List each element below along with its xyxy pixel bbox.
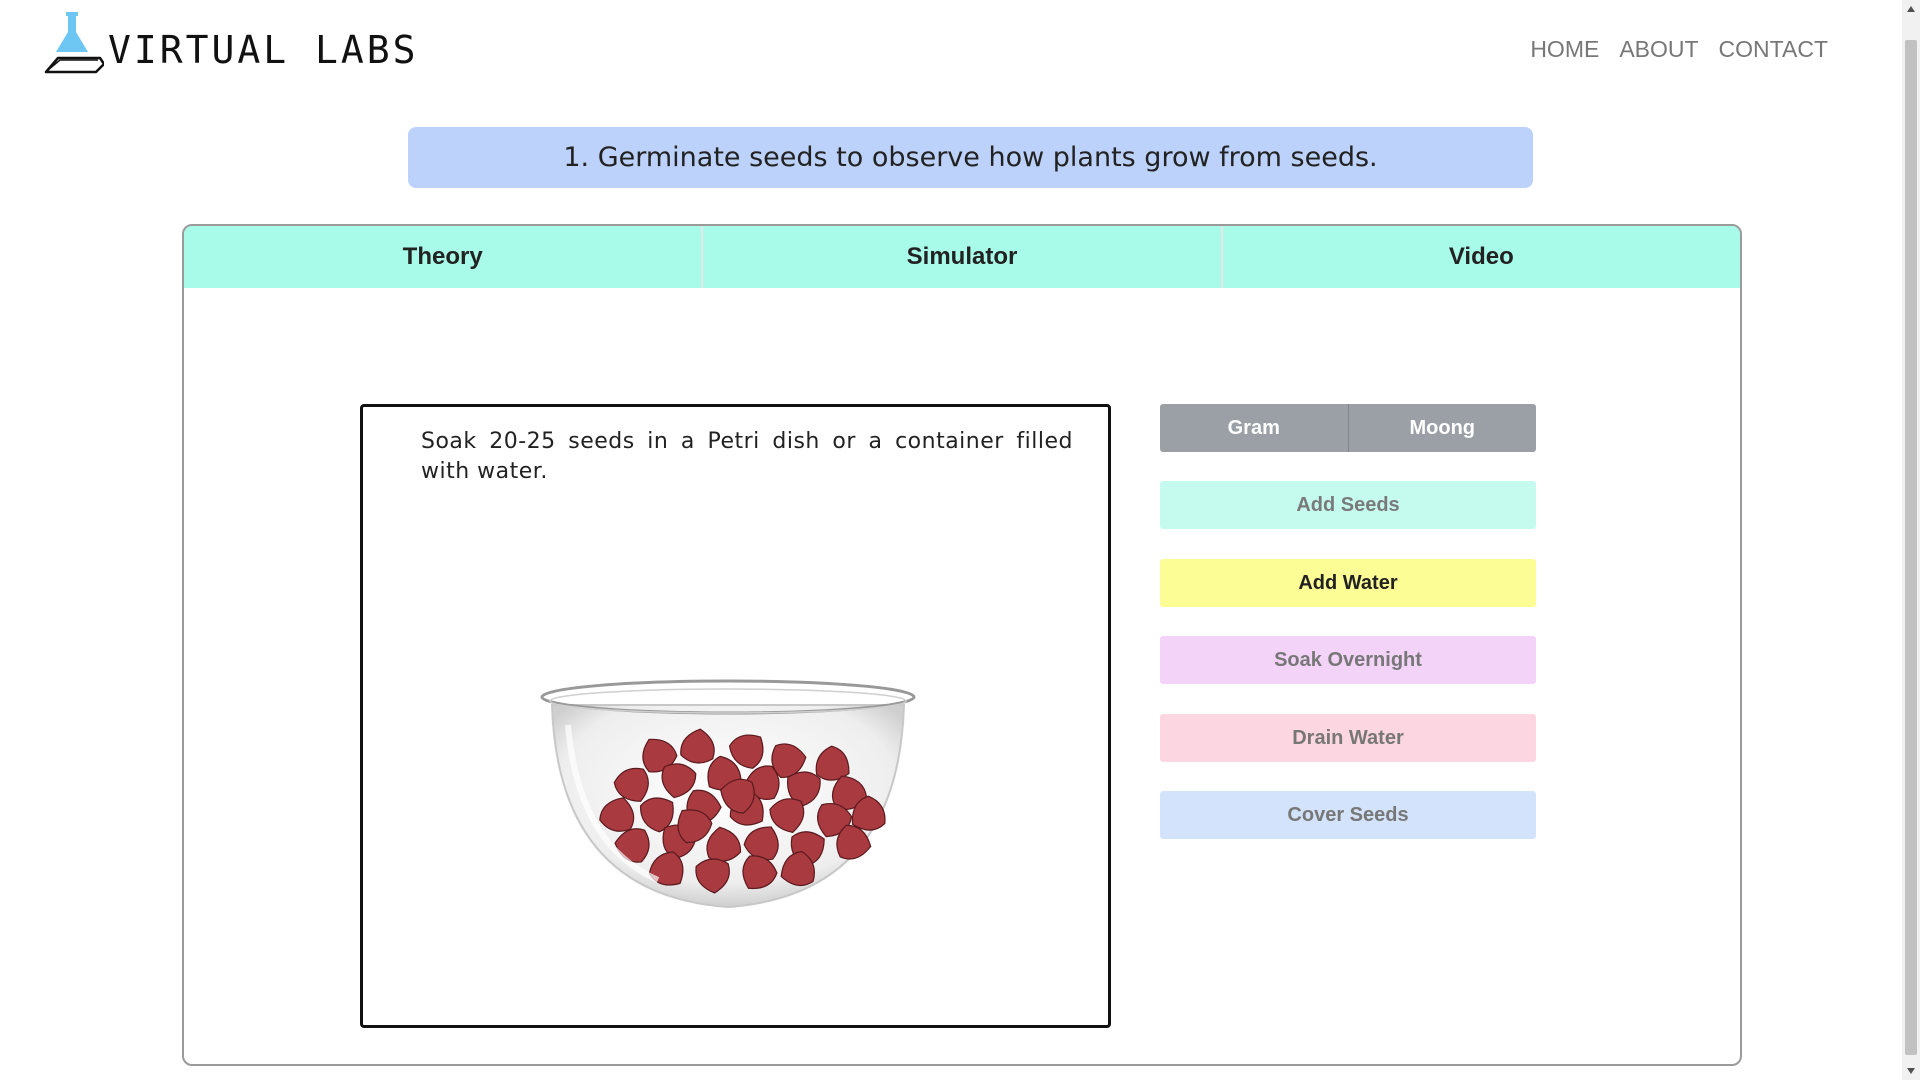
add-seeds-button[interactable]: Add Seeds: [1160, 481, 1536, 529]
seed-type-toggle: Gram Moong: [1160, 404, 1536, 452]
instruction-text: Soak 20-25 seeds in a Petri dish or a co…: [421, 429, 1073, 484]
nav-about-link[interactable]: ABOUT: [1619, 36, 1698, 63]
add-water-button[interactable]: Add Water: [1160, 559, 1536, 607]
cover-seeds-button[interactable]: Cover Seeds: [1160, 791, 1536, 839]
scroll-down-arrow-icon[interactable]: [1902, 1062, 1920, 1080]
nav-home-link[interactable]: HOME: [1530, 36, 1599, 63]
tab-video[interactable]: Video: [1223, 226, 1740, 288]
page: VIRTUAL LABS HOME ABOUT CONTACT 1. Germi…: [0, 0, 1920, 1080]
scroll-up-arrow-icon[interactable]: [1902, 0, 1920, 18]
flask-logo-icon: [44, 12, 104, 74]
experiment-panel: Theory Simulator Video Soak 20-25 seeds …: [182, 224, 1742, 1066]
soak-overnight-button[interactable]: Soak Overnight: [1160, 636, 1536, 684]
gram-option-button[interactable]: Gram: [1160, 404, 1348, 452]
tab-bar: Theory Simulator Video: [184, 226, 1740, 288]
scrollbar-thumb[interactable]: [1905, 40, 1917, 1055]
drain-water-button[interactable]: Drain Water: [1160, 714, 1536, 762]
tab-simulator[interactable]: Simulator: [703, 226, 1223, 288]
page-scrollbar[interactable]: [1902, 0, 1920, 1080]
experiment-title: 1. Germinate seeds to observe how plants…: [408, 127, 1533, 188]
virtual-labs-logo[interactable]: VIRTUAL LABS: [42, 10, 419, 76]
logo-text: VIRTUAL LABS: [108, 28, 419, 72]
tab-theory[interactable]: Theory: [184, 226, 704, 288]
moong-option-button[interactable]: Moong: [1347, 404, 1536, 452]
nav-contact-link[interactable]: CONTACT: [1719, 36, 1828, 63]
top-nav: HOME ABOUT CONTACT: [1530, 36, 1828, 63]
bowl-with-seeds-image: [540, 679, 916, 909]
simulation-canvas: Soak 20-25 seeds in a Petri dish or a co…: [360, 404, 1111, 1028]
